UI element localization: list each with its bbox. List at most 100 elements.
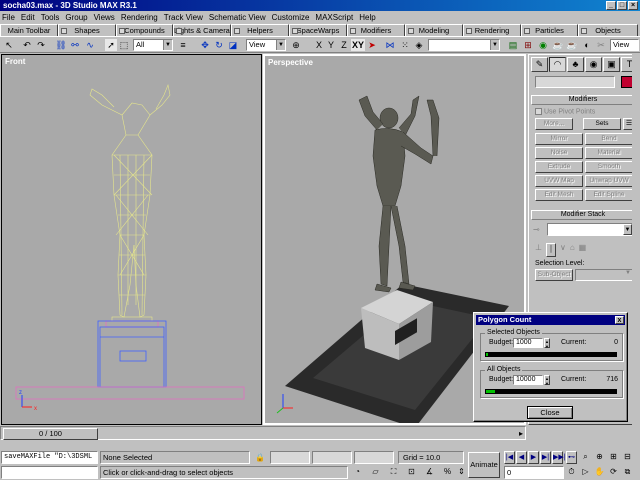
track-view-icon[interactable]: ▤ (507, 39, 519, 51)
edit-mesh-button[interactable]: Edit Mesh (535, 189, 583, 201)
menu-customize[interactable]: Customize (272, 13, 310, 22)
coord-x-field[interactable] (270, 451, 310, 464)
more-button[interactable]: More... (535, 118, 573, 130)
go-to-start-icon[interactable]: |◀ (504, 451, 515, 464)
mirror-icon[interactable]: ⋈ (384, 39, 396, 51)
render-view-select[interactable]: View (610, 39, 639, 51)
pin-stack-icon[interactable]: ⊸ (533, 225, 540, 234)
zoom-extents-icon[interactable]: ⊞ (608, 451, 619, 464)
select-region-icon[interactable]: ⬚ (118, 39, 130, 51)
previous-frame-icon[interactable]: ◀ (516, 451, 527, 464)
close-button[interactable]: × (628, 1, 638, 10)
edit-spline-button[interactable]: Edit Spline (585, 189, 633, 201)
inverse-kinematics-icon[interactable]: ➤ (366, 39, 378, 51)
tab-rendering[interactable]: Rendering (463, 24, 521, 36)
active-toggle-icon[interactable]: ⊥ (535, 243, 542, 257)
title-bar[interactable]: socha03.max - 3D Studio MAX R3.1 _ □ × (0, 0, 640, 11)
next-frame-icon[interactable]: ▶| (540, 451, 551, 464)
zoom-all-icon[interactable]: ⊕ (594, 451, 605, 464)
sets-button[interactable]: Sets (583, 118, 621, 130)
render-last-icon[interactable]: ✂ (595, 39, 607, 51)
modify-tab-icon[interactable]: ◠ (549, 57, 566, 72)
remove-modifier-icon[interactable]: ⌂ (570, 243, 575, 257)
menu-rendering[interactable]: Rendering (121, 13, 158, 22)
degradation-override-icon[interactable]: ▱ (370, 466, 381, 479)
noise-button[interactable]: Noise (535, 147, 583, 159)
uvw-map-button[interactable]: UVW Map (535, 175, 583, 187)
smooth-button[interactable]: Smooth (585, 161, 633, 173)
current-frame-field[interactable]: 0 (504, 466, 564, 479)
spinner-snap-icon[interactable]: ⇕ (456, 466, 467, 479)
move-icon[interactable]: ✥ (199, 39, 211, 51)
viewport-front[interactable]: Front x z (1, 54, 262, 425)
time-config-icon[interactable]: ⏱ (566, 466, 577, 479)
menu-tools[interactable]: Tools (41, 13, 60, 22)
display-tab-icon[interactable]: ▣ (603, 57, 620, 72)
tab-modeling[interactable]: Modeling (405, 24, 463, 36)
snap-toggle-icon[interactable]: ⊡ (406, 466, 417, 479)
coord-z-field[interactable] (354, 451, 394, 464)
align-icon[interactable]: ◈ (413, 39, 425, 51)
zoom-extents-all-icon[interactable]: ⊟ (622, 451, 633, 464)
coord-y-field[interactable] (312, 451, 352, 464)
hierarchy-tab-icon[interactable]: ♣ (567, 57, 584, 72)
min-max-toggle-icon[interactable]: ⧉ (622, 466, 633, 479)
menu-views[interactable]: Views (94, 13, 115, 22)
time-slider[interactable]: 0 / 100 (3, 428, 98, 440)
mirror-button[interactable]: Mirror (535, 133, 583, 145)
tab-compounds[interactable]: Compounds (116, 24, 173, 36)
tab-spacewarps[interactable]: SpaceWarps (289, 24, 347, 36)
render-scene-icon[interactable]: ☕ (552, 39, 564, 51)
select-object-icon[interactable]: ➚ (105, 39, 117, 51)
all-budget-spinner[interactable]: 10000 (513, 375, 543, 385)
render-type-icon[interactable]: ◐ (581, 39, 593, 51)
menu-schematic-view[interactable]: Schematic View (209, 13, 266, 22)
schematic-view-icon[interactable]: ⊞ (522, 39, 534, 51)
bind-spacewarp-icon[interactable]: ∿ (84, 39, 96, 51)
axis-z-button[interactable]: Z (338, 39, 350, 51)
arc-rotate-icon[interactable]: ⟳ (608, 466, 619, 479)
material-editor-icon[interactable]: ◉ (537, 39, 549, 51)
reference-coordinate-select[interactable]: View ▼ (246, 39, 286, 51)
tab-main-toolbar[interactable]: Main Toolbar (0, 24, 58, 36)
dialog-title-bar[interactable]: Polygon Count x (476, 315, 625, 325)
key-mode-icon[interactable]: ⊷ (566, 451, 577, 464)
show-end-result-icon[interactable]: ∥ (545, 243, 556, 257)
sub-object-button[interactable]: Sub-Object (535, 269, 573, 281)
command-panel-scrollbar[interactable] (632, 54, 639, 425)
tab-lights-cameras[interactable]: Lights & Cameras (173, 24, 231, 36)
time-slider-track[interactable]: 0 / 100 ▸ (0, 426, 526, 440)
maxscript-output-field[interactable] (1, 466, 98, 479)
pivot-center-icon[interactable]: ⊕ (290, 39, 302, 51)
menu-help[interactable]: Help (359, 13, 375, 22)
angle-snap-icon[interactable]: ∡ (424, 466, 435, 479)
create-tab-icon[interactable]: ✎ (531, 57, 548, 72)
array-icon[interactable]: ⁙ (399, 39, 411, 51)
axis-x-button[interactable]: X (313, 39, 325, 51)
field-of-view-icon[interactable]: ▷ (580, 466, 591, 479)
material-button[interactable]: Material (585, 147, 633, 159)
minimize-button[interactable]: _ (606, 1, 616, 10)
spinner-arrows-icon[interactable]: ▲ ▼ (544, 375, 550, 386)
make-unique-icon[interactable]: ∨ (560, 243, 566, 257)
modifier-stack-rollout-header[interactable]: Modifier Stack (531, 210, 635, 220)
pan-icon[interactable]: ✋ (594, 466, 605, 479)
tab-modifiers[interactable]: Modifiers (347, 24, 405, 36)
menu-file[interactable]: File (2, 13, 15, 22)
close-button[interactable]: Close (527, 406, 573, 419)
use-pivot-points-checkbox[interactable]: Use Pivot Points (535, 108, 595, 115)
unwrap-uvw-button[interactable]: Unwrap UVW (585, 175, 633, 187)
extrude-button[interactable]: Extrude (535, 161, 583, 173)
dialog-close-icon[interactable]: x (615, 316, 624, 324)
tab-objects[interactable]: Objects (578, 24, 638, 36)
quick-render-icon[interactable]: ☕ (566, 39, 578, 51)
bend-button[interactable]: Bend (585, 133, 633, 145)
play-icon[interactable]: ▶ (528, 451, 539, 464)
menu-group[interactable]: Group (65, 13, 87, 22)
select-and-link-icon[interactable]: ⛓ (55, 39, 67, 51)
edit-stack-icon[interactable]: ▦ (579, 243, 587, 257)
menu-maxscript[interactable]: MAXScript (315, 13, 353, 22)
percent-snap-icon[interactable]: % (442, 466, 453, 479)
motion-tab-icon[interactable]: ◉ (585, 57, 602, 72)
select-by-name-icon[interactable]: ≡ (177, 39, 189, 51)
